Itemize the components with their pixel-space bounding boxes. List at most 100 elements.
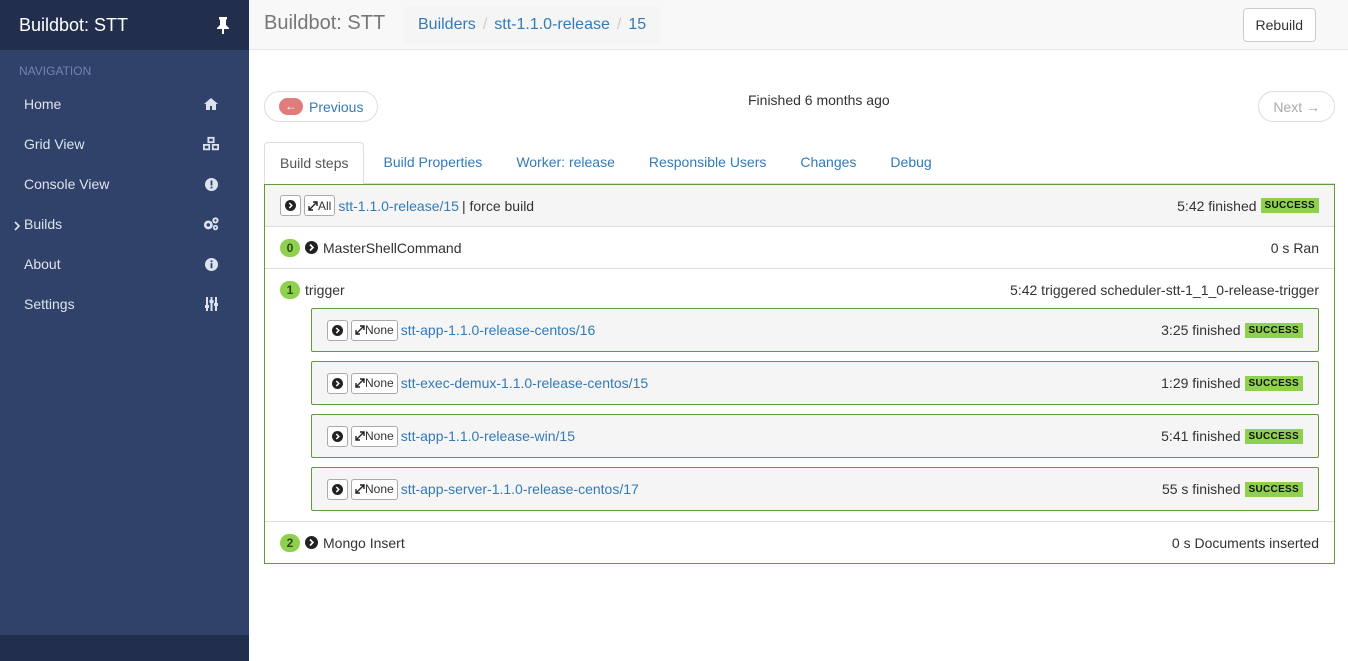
sidebar-item-label: Grid View xyxy=(24,136,85,152)
cogs-icon xyxy=(203,216,219,232)
expand-icon xyxy=(308,200,318,211)
chevron-right-icon xyxy=(14,218,21,234)
expand-none-label: None xyxy=(365,376,394,390)
triggered-build-link[interactable]: stt-app-1.1.0-release-centos/16 xyxy=(401,322,596,338)
triggered-build-link[interactable]: stt-exec-demux-1.1.0-release-centos/15 xyxy=(401,375,648,391)
step-name: Mongo Insert xyxy=(323,534,405,551)
expand-none-label: None xyxy=(365,482,394,496)
expand-none-label: None xyxy=(365,429,394,443)
sidebar-item-console-view[interactable]: Console View xyxy=(0,164,249,204)
triggered-build-summary: 1:29 finished xyxy=(1161,375,1241,391)
exclamation-circle-icon xyxy=(203,176,219,192)
expand-icon xyxy=(355,431,365,441)
triggered-build-summary: 55 s finished xyxy=(1161,481,1241,497)
tab-debug[interactable]: Debug xyxy=(875,142,946,183)
sidebar-item-label: Home xyxy=(24,96,62,112)
build-summary: 5:42 finished xyxy=(1177,197,1257,214)
info-circle-icon xyxy=(203,256,219,272)
sidebar-item-grid-view[interactable]: Grid View xyxy=(0,124,249,164)
expand-toggle-button[interactable] xyxy=(327,372,348,394)
sidebar: Buildbot: STT NAVIGATION Home Grid View … xyxy=(0,0,249,661)
breadcrumb: Builders / stt-1.1.0-release / 15 xyxy=(404,6,661,44)
chevron-circle-right-icon xyxy=(332,430,343,442)
build-step: 0 MasterShellCommand 0 s Ran xyxy=(265,227,1334,269)
expand-icon xyxy=(355,484,365,494)
build-steps-panel: All stt-1.1.0-release/15 | force build 5… xyxy=(264,184,1335,564)
chevron-circle-right-icon xyxy=(332,483,343,495)
triggered-build: None stt-exec-demux-1.1.0-release-centos… xyxy=(311,361,1319,405)
tab-build-properties[interactable]: Build Properties xyxy=(368,142,497,183)
triggered-build: None stt-app-1.1.0-release-centos/16 3:2… xyxy=(311,308,1319,352)
sidebar-item-label: Settings xyxy=(24,296,75,312)
sidebar-item-about[interactable]: About xyxy=(0,244,249,284)
tab-worker[interactable]: Worker: release xyxy=(501,142,630,183)
expand-toggle-button[interactable] xyxy=(327,319,348,341)
home-icon xyxy=(203,96,219,112)
step-summary: 5:42 triggered scheduler-stt-1_1_0-relea… xyxy=(1010,281,1319,298)
step-name: MasterShellCommand xyxy=(323,239,462,256)
expand-none-label: None xyxy=(365,323,394,337)
breadcrumb-builder[interactable]: stt-1.1.0-release xyxy=(494,16,610,34)
rebuild-button[interactable]: Rebuild xyxy=(1242,8,1316,42)
status-badge: SUCCESS xyxy=(1244,428,1303,444)
chevron-circle-right-icon xyxy=(285,200,296,211)
triggered-build-summary: 3:25 finished xyxy=(1161,322,1241,338)
status-badge: SUCCESS xyxy=(1244,322,1303,338)
build-step: 1 trigger 5:42 triggered scheduler-stt-1… xyxy=(265,269,1334,522)
build-reason: | force build xyxy=(461,197,535,214)
pin-icon[interactable] xyxy=(216,16,230,34)
chevron-circle-right-icon[interactable] xyxy=(305,241,318,254)
build-link[interactable]: stt-1.1.0-release/15 xyxy=(338,198,459,214)
status-badge: SUCCESS xyxy=(1244,481,1303,497)
triggered-build-link[interactable]: stt-app-server-1.1.0-release-centos/17 xyxy=(401,481,639,497)
step-number-badge: 1 xyxy=(280,280,300,299)
expand-none-button[interactable]: None xyxy=(351,478,398,500)
sliders-icon xyxy=(203,296,219,312)
triggered-build: None stt-app-1.1.0-release-win/15 5:41 f… xyxy=(311,414,1319,458)
breadcrumb-build-number[interactable]: 15 xyxy=(628,16,646,34)
step-summary: 0 s Documents inserted xyxy=(1171,534,1319,551)
expand-toggle-button[interactable] xyxy=(327,425,348,447)
next-button[interactable]: Next → xyxy=(1258,91,1335,122)
expand-all-button[interactable]: All xyxy=(304,195,336,216)
expand-icon xyxy=(355,378,365,388)
breadcrumb-builders[interactable]: Builders xyxy=(418,16,476,34)
sidebar-item-label: Builds xyxy=(24,216,63,232)
expand-icon xyxy=(355,325,365,335)
chevron-circle-right-icon xyxy=(332,377,343,389)
sidebar-footer xyxy=(0,635,249,661)
expand-none-button[interactable]: None xyxy=(351,425,398,447)
sidebar-item-settings[interactable]: Settings xyxy=(0,284,249,324)
sidebar-item-label: About xyxy=(24,256,61,272)
sidebar-item-label: Console View xyxy=(24,176,110,192)
breadcrumb-separator: / xyxy=(482,16,488,33)
left-arrow-icon: ← xyxy=(279,98,303,115)
triggered-build-link[interactable]: stt-app-1.1.0-release-win/15 xyxy=(401,428,575,444)
topbar: Buildbot: STT Builders / stt-1.1.0-relea… xyxy=(249,0,1348,50)
tab-build-steps[interactable]: Build steps xyxy=(264,142,365,184)
expand-none-button[interactable]: None xyxy=(351,372,398,394)
expand-none-button[interactable]: None xyxy=(351,319,398,341)
build-pager: ← Previous Finished 6 months ago Next → xyxy=(264,50,1335,142)
build-step: 2 Mongo Insert 0 s Documents inserted xyxy=(265,522,1334,563)
step-name: trigger xyxy=(305,281,345,298)
nav-header: NAVIGATION xyxy=(19,64,92,78)
previous-label: Previous xyxy=(309,98,364,115)
sidebar-item-home[interactable]: Home xyxy=(0,84,249,124)
tab-changes[interactable]: Changes xyxy=(785,142,871,183)
expand-all-label: All xyxy=(318,198,332,213)
expand-toggle-button[interactable] xyxy=(327,478,348,500)
chevron-circle-right-icon xyxy=(332,324,343,336)
sidebar-item-builds[interactable]: Builds xyxy=(0,204,249,244)
main-content: ← Previous Finished 6 months ago Next → … xyxy=(264,50,1335,564)
tab-responsible-users[interactable]: Responsible Users xyxy=(634,142,782,183)
chevron-circle-right-icon[interactable] xyxy=(305,536,318,549)
step-number-badge: 0 xyxy=(280,238,300,257)
status-badge: SUCCESS xyxy=(1260,198,1319,213)
expand-toggle-button[interactable] xyxy=(280,195,301,216)
page-title: Buildbot: STT xyxy=(264,12,386,34)
sidebar-brand[interactable]: Buildbot: STT xyxy=(0,0,249,50)
status-badge: SUCCESS xyxy=(1244,375,1303,391)
cubes-icon xyxy=(203,136,219,152)
previous-button[interactable]: ← Previous xyxy=(264,91,379,122)
